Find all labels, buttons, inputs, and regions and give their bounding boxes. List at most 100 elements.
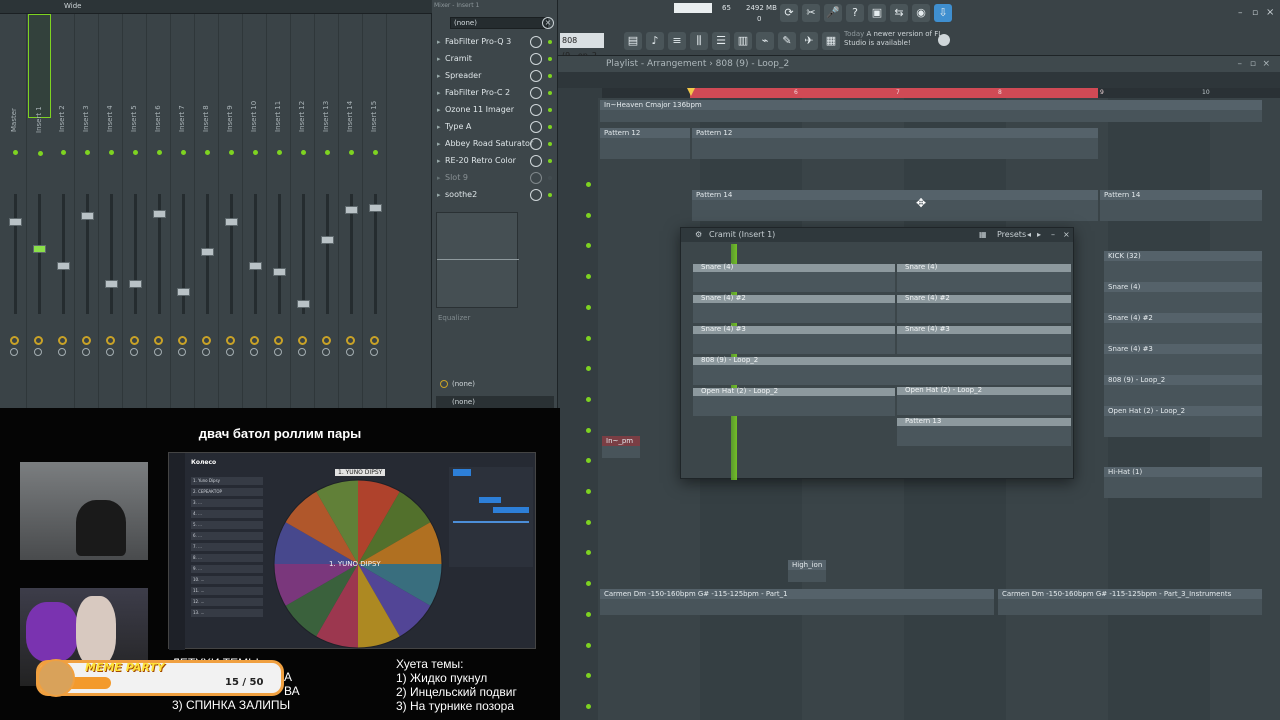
stamp-icon[interactable]: ✈ bbox=[800, 32, 818, 50]
mixer-strip[interactable]: Insert 1 bbox=[28, 14, 51, 156]
slot-arrow-icon[interactable]: ▸ bbox=[437, 136, 441, 152]
cramit-minimize-icon[interactable]: – bbox=[1051, 228, 1055, 242]
slot-enable-led[interactable] bbox=[548, 159, 552, 163]
mixer-icon[interactable]: ⫼ bbox=[690, 32, 708, 50]
clip-pattern12-a[interactable]: Pattern 12 bbox=[600, 128, 690, 159]
slot-arrow-icon[interactable]: ▸ bbox=[437, 187, 441, 203]
clip-kick[interactable]: KICK (32) bbox=[1104, 251, 1262, 282]
mixer-mode-label[interactable]: Wide bbox=[64, 2, 81, 10]
volume-fader[interactable] bbox=[249, 262, 262, 270]
volume-fader[interactable] bbox=[105, 280, 118, 288]
plug-icon[interactable]: ⌁ bbox=[756, 32, 774, 50]
slot-arrow-icon[interactable]: ▸ bbox=[437, 170, 441, 186]
close-icon[interactable]: × bbox=[542, 17, 554, 29]
cramit-clip[interactable]: Snare (4) #3 bbox=[693, 325, 895, 354]
track-mute-led[interactable] bbox=[586, 427, 591, 433]
cramit-close-icon[interactable]: × bbox=[1063, 228, 1070, 242]
slot-enable-led[interactable] bbox=[548, 40, 552, 44]
preset-prev-icon[interactable]: ◂ bbox=[1027, 228, 1031, 242]
pan-knob[interactable] bbox=[250, 336, 259, 345]
mixer-strip-led[interactable] bbox=[109, 150, 114, 155]
brush-icon[interactable]: ✎ bbox=[778, 32, 796, 50]
track-mute-led[interactable] bbox=[586, 304, 591, 310]
volume-fader[interactable] bbox=[177, 288, 190, 296]
minimize-icon[interactable]: – bbox=[1238, 8, 1243, 18]
playlist-minimize-icon[interactable]: – bbox=[1238, 56, 1243, 72]
mixer-strip-led[interactable] bbox=[325, 150, 330, 155]
playlist-icon[interactable]: ▤ bbox=[624, 32, 642, 50]
stereo-knob[interactable] bbox=[226, 348, 234, 356]
wheel-list-item[interactable]: 13. ... bbox=[191, 609, 263, 617]
clip-high[interactable]: High_ion bbox=[788, 560, 826, 582]
close-window-icon[interactable]: × bbox=[1266, 7, 1274, 18]
pan-knob[interactable] bbox=[346, 336, 355, 345]
mix-knob[interactable] bbox=[530, 104, 542, 116]
mixer-strip-led[interactable] bbox=[205, 150, 210, 155]
mixer-strip-led[interactable] bbox=[13, 150, 18, 155]
mixer-strip-led[interactable] bbox=[277, 150, 282, 155]
cramit-clip[interactable]: Snare (4) #2 bbox=[693, 294, 895, 323]
slot-enable-led[interactable] bbox=[548, 142, 552, 146]
mix-knob[interactable] bbox=[530, 155, 542, 167]
pan-knob[interactable] bbox=[106, 336, 115, 345]
wheel-list-item[interactable]: 1. Yuno Dipsy bbox=[191, 477, 263, 485]
slot-enable-led[interactable] bbox=[548, 193, 552, 197]
eq-graph[interactable] bbox=[436, 212, 519, 308]
maximize-icon[interactable]: ▫ bbox=[1252, 8, 1258, 18]
track-mute-led[interactable] bbox=[586, 182, 591, 187]
playlist-close-icon[interactable]: × bbox=[1262, 56, 1270, 72]
mix-knob[interactable] bbox=[530, 189, 542, 201]
slot-arrow-icon[interactable]: ▸ bbox=[437, 102, 441, 118]
wheel-list-item[interactable]: 7. ... bbox=[191, 543, 263, 551]
wheel-list-item[interactable]: 4. ... bbox=[191, 510, 263, 518]
stereo-knob[interactable] bbox=[154, 348, 162, 356]
pan-knob[interactable] bbox=[370, 336, 379, 345]
stereo-knob[interactable] bbox=[130, 348, 138, 356]
piano-roll-icon[interactable]: ♪ bbox=[646, 32, 664, 50]
slot-arrow-icon[interactable]: ▸ bbox=[437, 85, 441, 101]
clip-heaven[interactable]: In~Heaven Cmajor 136bpm bbox=[600, 100, 1262, 122]
slot-arrow-icon[interactable]: ▸ bbox=[437, 68, 441, 84]
stereo-knob[interactable] bbox=[250, 348, 258, 356]
mix-knob[interactable] bbox=[530, 121, 542, 133]
track-mute-led[interactable] bbox=[586, 335, 591, 341]
pan-knob[interactable] bbox=[58, 336, 67, 345]
send-slot-2[interactable]: (none) bbox=[436, 396, 554, 408]
pan-knob[interactable] bbox=[178, 336, 187, 345]
wheel-list-item[interactable]: 8. ... bbox=[191, 554, 263, 562]
slot-enable-led[interactable] bbox=[548, 91, 552, 95]
clip-snare-3[interactable]: Snare (4) #3 bbox=[1104, 344, 1262, 375]
pan-knob[interactable] bbox=[202, 336, 211, 345]
wheel-list-item[interactable]: 6. ... bbox=[191, 532, 263, 540]
mixer-strip-led[interactable] bbox=[181, 150, 186, 155]
mix-knob[interactable] bbox=[530, 53, 542, 65]
volume-fader[interactable] bbox=[321, 236, 334, 244]
speed-slider[interactable] bbox=[453, 521, 529, 523]
effect-slot[interactable]: ▸ Type A bbox=[436, 119, 554, 135]
mixer-strip-led[interactable] bbox=[373, 150, 378, 155]
slot-arrow-icon[interactable]: ▸ bbox=[437, 34, 441, 50]
preset-select[interactable]: (none) bbox=[450, 17, 548, 29]
track-mute-led[interactable] bbox=[586, 489, 591, 494]
cramit-presets[interactable]: Presets bbox=[997, 228, 1026, 242]
cramit-grid-icon[interactable]: ▦ bbox=[979, 228, 987, 242]
cramit-clip[interactable]: Open Hat (2) - Loop_2 bbox=[693, 387, 895, 416]
stereo-knob[interactable] bbox=[58, 348, 66, 356]
pan-knob[interactable] bbox=[274, 336, 283, 345]
volume-fader[interactable] bbox=[273, 268, 286, 276]
slot-enable-led[interactable] bbox=[548, 125, 552, 129]
help-icon[interactable]: ? bbox=[846, 4, 864, 22]
clip-hihat[interactable]: Hi-Hat (1) bbox=[1104, 467, 1262, 498]
stereo-knob[interactable] bbox=[298, 348, 306, 356]
effect-slot[interactable]: ▸ FabFilter Pro-Q 3 bbox=[436, 34, 554, 50]
wheel-list-item[interactable]: 10. ... bbox=[191, 576, 263, 584]
send-slot-1[interactable]: (none) bbox=[436, 378, 554, 391]
effect-slot[interactable]: ▸ soothe2 bbox=[436, 187, 554, 203]
undo-icon[interactable]: ⟳ bbox=[780, 4, 798, 22]
mix-knob[interactable] bbox=[530, 87, 542, 99]
stereo-knob[interactable] bbox=[346, 348, 354, 356]
pan-knob[interactable] bbox=[298, 336, 307, 345]
pan-knob[interactable] bbox=[34, 336, 43, 345]
cramit-clip[interactable]: Pattern 13 bbox=[897, 417, 1071, 446]
news-icon[interactable]: ▦ bbox=[822, 32, 840, 50]
